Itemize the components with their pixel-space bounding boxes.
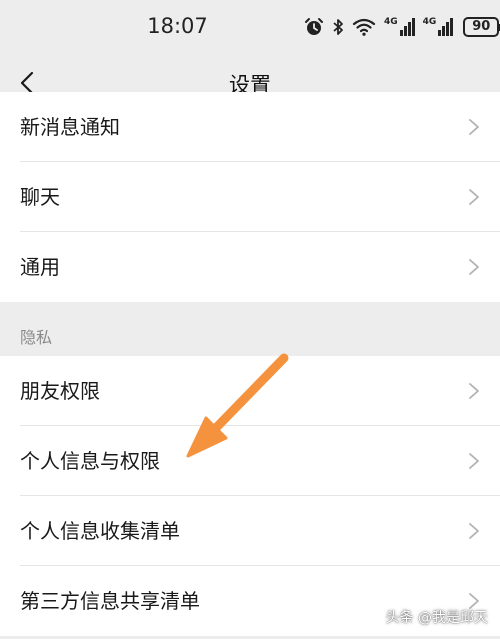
list-item-friend-permissions[interactable]: 朋友权限 [0,356,500,426]
bluetooth-icon [332,17,344,37]
list-item-label: 个人信息收集清单 [20,519,180,543]
list-item-label: 朋友权限 [20,379,100,403]
status-time: 18:07 [147,14,208,38]
status-bar: 18:07 4G 4G 90 [0,0,500,56]
section-header-privacy: 隐私 [0,302,500,364]
settings-group-privacy: 朋友权限 个人信息与权限 个人信息收集清单 第三方信息共享清单 [0,356,500,636]
list-item-label: 通用 [20,255,60,279]
list-item-label: 第三方信息共享清单 [20,589,200,613]
chevron-right-icon [469,119,479,135]
list-item-chat[interactable]: 聊天 [0,162,500,232]
list-item-personal-info-permissions[interactable]: 个人信息与权限 [0,426,500,496]
list-item-label: 新消息通知 [20,115,120,139]
list-item-general[interactable]: 通用 [0,232,500,302]
wifi-icon [352,17,376,37]
signal-label: 4G [422,17,437,27]
section-header-label: 隐私 [20,328,53,347]
list-item-personal-info-collection[interactable]: 个人信息收集清单 [0,496,500,566]
list-item-new-message-notification[interactable]: 新消息通知 [0,92,500,162]
settings-group-general: 新消息通知 聊天 通用 [0,92,500,302]
battery-indicator: 90 [463,17,500,37]
chevron-right-icon [469,189,479,205]
chevron-right-icon [469,453,479,469]
list-item-label: 聊天 [20,185,60,209]
chevron-right-icon [469,383,479,399]
signal-4g-icon: 4G [384,18,415,36]
chevron-right-icon [469,259,479,275]
list-item-label: 个人信息与权限 [20,449,160,473]
signal-label: 4G [384,17,398,27]
status-icons: 4G 4G 90 [304,14,500,40]
watermark-text: 头条 @我是邱天 [385,610,488,626]
signal-4g-icon: 4G [423,18,454,36]
alarm-icon [304,17,324,37]
watermark: 头条 @我是邱天 [386,607,488,627]
chevron-right-icon [469,523,479,539]
